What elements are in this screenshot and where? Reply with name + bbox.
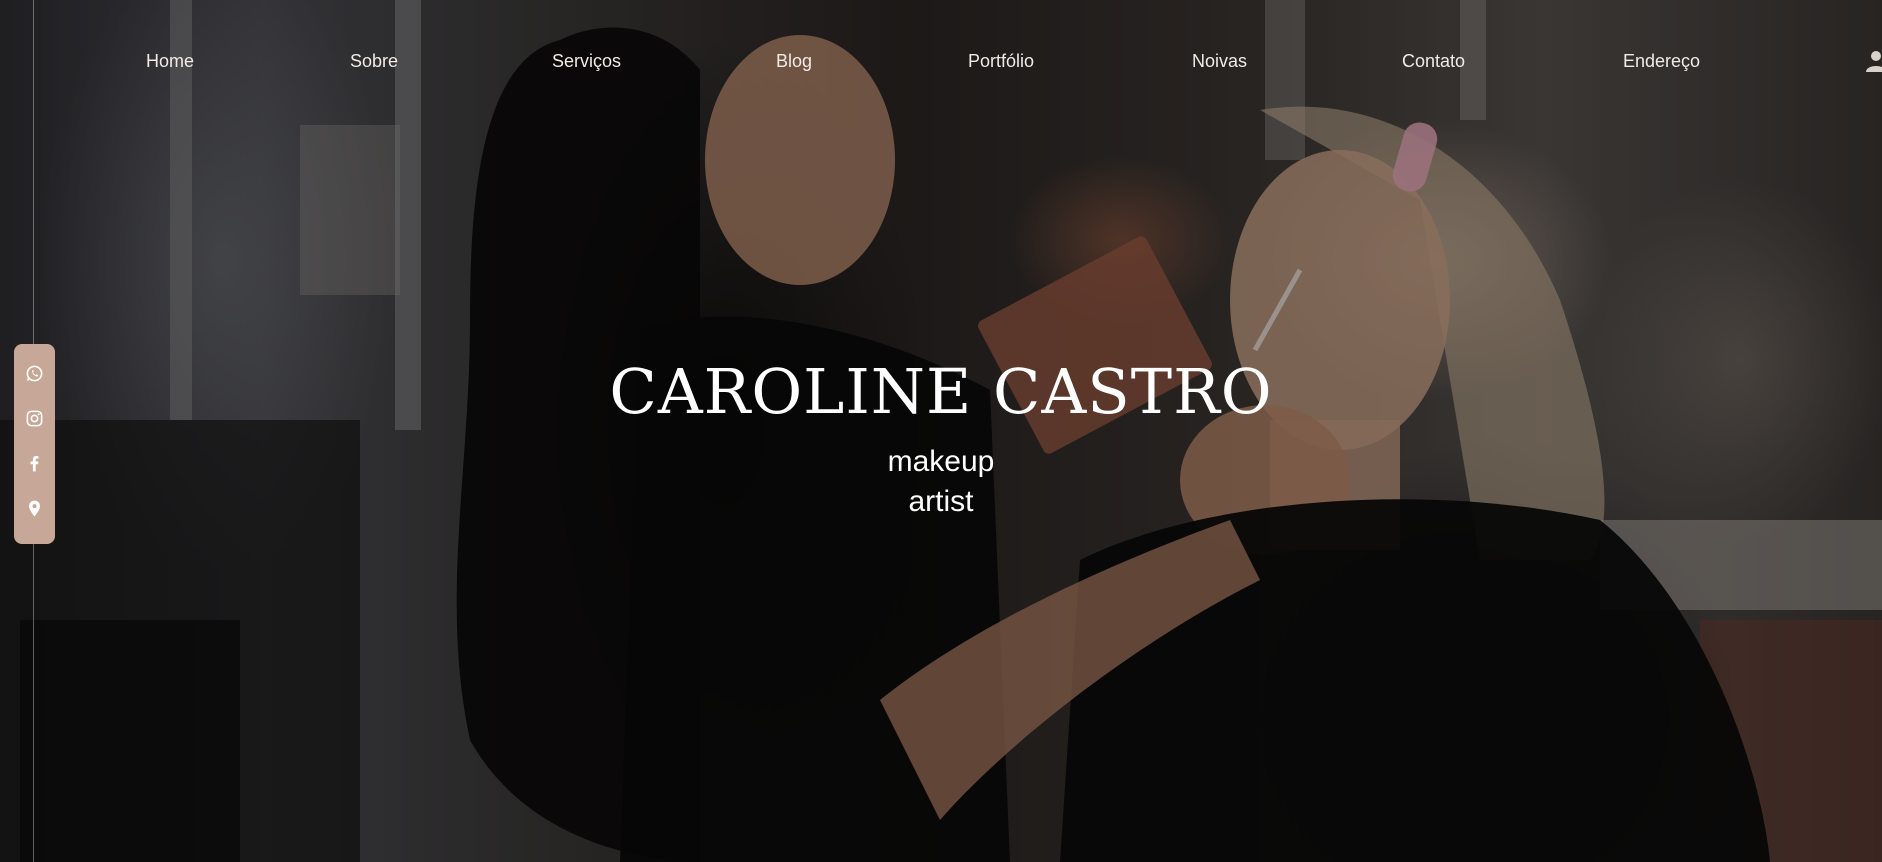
nav-portfolio[interactable]: Portfólio [968,46,1034,76]
facebook-icon[interactable] [25,454,44,473]
nav-noivas[interactable]: Noivas [1192,46,1247,76]
hero-subtitle-line-2: artist [908,485,974,518]
top-navigation: Home Sobre Serviços Blog Portfólio Noiva… [0,46,1882,76]
whatsapp-icon[interactable] [25,364,44,383]
hero-subtitle: makeup artist [741,442,1141,522]
instagram-icon[interactable] [25,409,44,428]
hero-title: CAROLINE CASTRO [609,355,1273,428]
nav-home[interactable]: Home [146,46,194,76]
location-pin-icon[interactable] [25,499,44,518]
nav-contato[interactable]: Contato [1402,46,1465,76]
hero-section: Home Sobre Serviços Blog Portfólio Noiva… [0,0,1882,862]
hero-subtitle-line-1: makeup [887,445,995,478]
nav-servicos[interactable]: Serviços [552,46,621,76]
dark-overlay [0,0,1882,862]
social-sidebar [14,344,55,544]
nav-blog[interactable]: Blog [776,46,812,76]
nav-endereco[interactable]: Endereço [1623,46,1700,76]
user-icon[interactable] [1866,50,1882,72]
nav-sobre[interactable]: Sobre [350,46,398,76]
